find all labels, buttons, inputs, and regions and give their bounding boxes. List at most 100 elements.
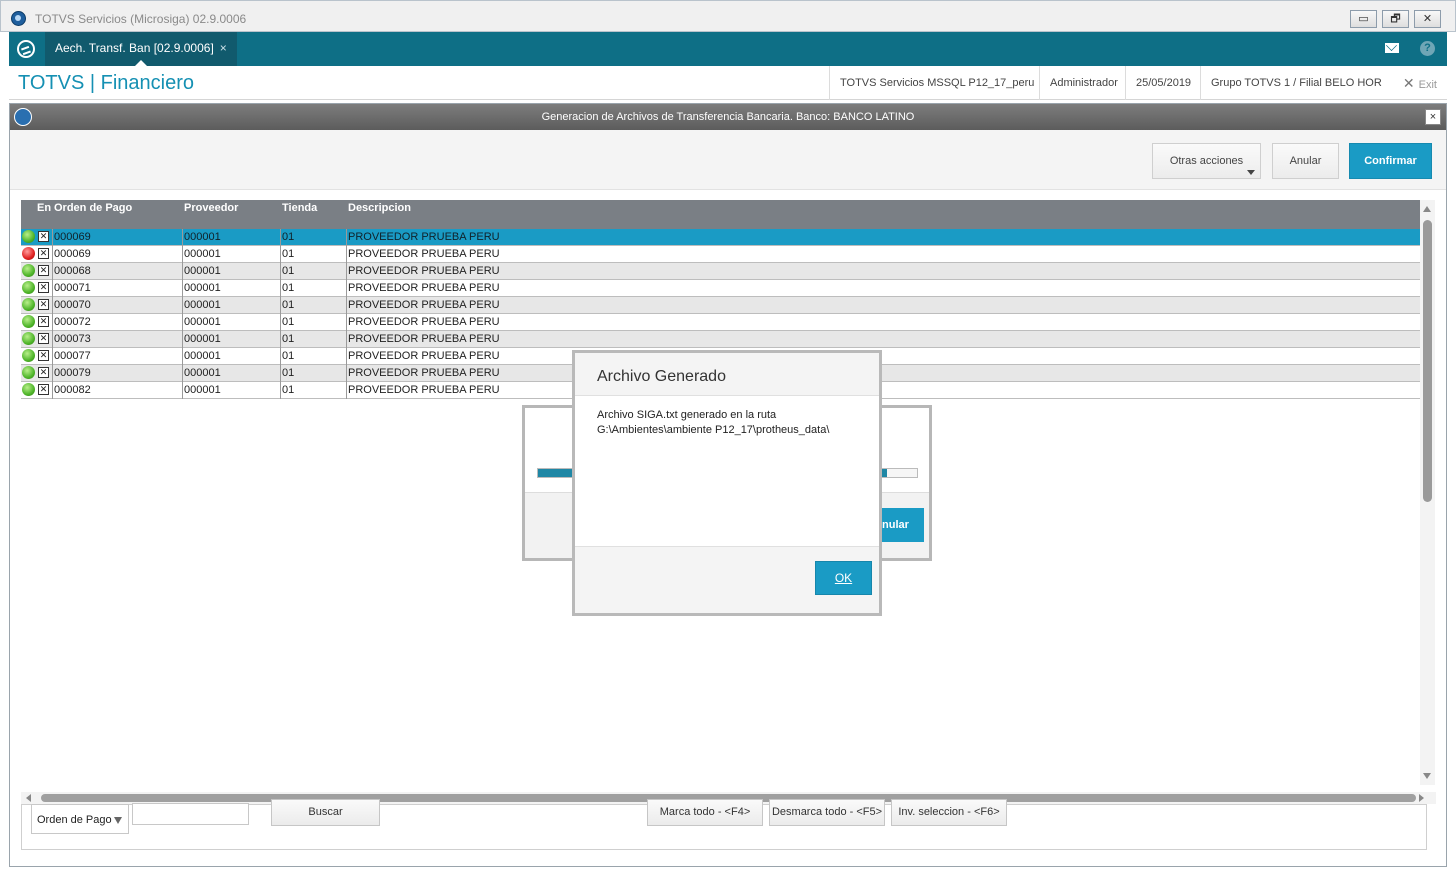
search-field-selected: Orden de Pago [37,814,112,826]
window-close-button[interactable]: ✕ [1414,10,1441,28]
cell-orden-de-pago: 000073 [54,333,91,345]
column-separator [182,297,183,314]
column-separator [52,331,53,348]
otras-acciones-button[interactable]: Otras acciones [1152,143,1261,179]
table-row[interactable]: ✕ 000068 000001 01 PROVEEDOR PRUEBA PERU [21,263,1421,280]
cell-orden-de-pago: 000068 [54,265,91,277]
row-checkbox[interactable]: ✕ [38,316,49,327]
window-titlebar: TOTVS Servicios (Microsiga) 02.9.0006 ▭ … [0,0,1456,32]
col-orden-de-pago[interactable]: Orden de Pago [54,202,132,214]
help-icon[interactable]: ? [1420,41,1435,56]
table-row[interactable]: ✕ 000073 000001 01 PROVEEDOR PRUEBA PERU [21,331,1421,348]
search-field-select[interactable]: Orden de Pago [31,804,129,834]
status-green-icon [22,332,35,345]
column-separator [280,246,281,263]
cell-tienda: 01 [282,333,295,345]
row-checkbox[interactable]: ✕ [38,384,49,395]
dialog-logo-icon [14,108,32,126]
chevron-down-icon [1247,170,1255,175]
status-red-icon [22,247,35,260]
date-info: 25/05/2019 [1125,66,1201,100]
cell-proveedor: 000001 [184,367,221,379]
column-separator [280,348,281,365]
window-title: TOTVS Servicios (Microsiga) 02.9.0006 [35,12,247,26]
row-checkbox[interactable]: ✕ [38,350,49,361]
dialog-close-button[interactable]: × [1425,109,1441,125]
inv-seleccion-button[interactable]: Inv. seleccion - <F6> [891,799,1007,826]
row-checkbox[interactable]: ✕ [38,248,49,259]
cell-proveedor: 000001 [184,384,221,396]
cell-tienda: 01 [282,316,295,328]
column-separator [280,365,281,382]
marca-todo-button[interactable]: Marca todo - <F4> [647,799,763,826]
column-separator [52,314,53,331]
exit-button[interactable]: ✕ Exit [1403,66,1437,100]
branch-info: Grupo TOTVS 1 / Filial BELO HOR [1200,66,1392,100]
mail-icon[interactable] [1385,43,1399,53]
scroll-right-icon[interactable] [1419,794,1424,802]
cell-proveedor: 000001 [184,350,221,362]
table-row[interactable]: ✕ 000070 000001 01 PROVEEDOR PRUEBA PERU [21,297,1421,314]
restore-button[interactable]: 🗗 [1382,10,1409,28]
tab-aech-transf-ban[interactable]: Aech. Transf. Ban [02.9.0006] × [45,32,237,66]
row-checkbox[interactable]: ✕ [38,333,49,344]
cell-orden-de-pago: 000071 [54,282,91,294]
cell-descripcion: PROVEEDOR PRUEBA PERU [348,248,500,260]
column-separator [280,297,281,314]
column-separator [346,229,347,246]
column-separator [182,365,183,382]
cell-orden-de-pago: 000069 [54,248,91,260]
dropdown-arrow-icon [114,817,122,824]
column-separator [182,229,183,246]
column-separator [280,280,281,297]
grid-header: En Orden de Pago Proveedor Tienda Descri… [21,200,1421,229]
search-input[interactable] [132,803,249,825]
cell-orden-de-pago: 000082 [54,384,91,396]
cell-tienda: 01 [282,248,295,260]
modal-message-line2: G:\Ambientes\ambiente P12_17\protheus_da… [597,424,830,436]
home-icon[interactable] [17,40,35,58]
cell-tienda: 01 [282,231,295,243]
column-separator [346,348,347,365]
column-separator [280,263,281,280]
dialog-toolbar: Otras acciones Anular Confirmar [10,130,1446,190]
cell-proveedor: 000001 [184,265,221,277]
column-separator [52,382,53,399]
table-row[interactable]: ✕ 000072 000001 01 PROVEEDOR PRUEBA PERU [21,314,1421,331]
col-en[interactable]: En [37,202,51,214]
col-proveedor[interactable]: Proveedor [184,202,238,214]
modal-message-line1: Archivo SIGA.txt generado en la ruta [597,409,777,421]
col-descripcion[interactable]: Descripcion [348,202,411,214]
row-checkbox[interactable]: ✕ [38,299,49,310]
desmarca-todo-button[interactable]: Desmarca todo - <F5> [769,799,885,826]
table-row[interactable]: ✕ 000069 000001 01 PROVEEDOR PRUEBA PERU [21,246,1421,263]
scroll-down-icon[interactable] [1423,773,1431,779]
anular-button[interactable]: Anular [1272,143,1339,179]
vertical-scrollbar[interactable] [1420,200,1435,785]
archivo-generado-modal: Archivo Generado Archivo SIGA.txt genera… [572,350,882,616]
table-row[interactable]: ✕ 000071 000001 01 PROVEEDOR PRUEBA PERU [21,280,1421,297]
confirmar-button[interactable]: Confirmar [1349,143,1432,179]
app-header: TOTVS | Financiero TOTVS Servicios MSSQL… [9,66,1447,100]
modal-message: Archivo SIGA.txt generado en la ruta G:\… [597,408,862,438]
row-checkbox[interactable]: ✕ [38,367,49,378]
row-checkbox[interactable]: ✕ [38,282,49,293]
buscar-button[interactable]: Buscar [271,799,380,826]
col-tienda[interactable]: Tienda [282,202,317,214]
cell-tienda: 01 [282,282,295,294]
row-checkbox[interactable]: ✕ [38,231,49,242]
scroll-left-icon[interactable] [26,794,31,802]
scroll-thumb[interactable] [1423,220,1432,502]
cell-orden-de-pago: 000072 [54,316,91,328]
column-separator [346,314,347,331]
ok-button[interactable]: OK [815,561,872,595]
table-row[interactable]: ✕ 000069 000001 01 PROVEEDOR PRUEBA PERU [21,229,1421,246]
minimize-button[interactable]: ▭ [1350,10,1377,28]
column-separator [346,246,347,263]
row-checkbox[interactable]: ✕ [38,265,49,276]
cell-descripcion: PROVEEDOR PRUEBA PERU [348,282,500,294]
column-separator [346,382,347,399]
tab-label: Aech. Transf. Ban [02.9.0006] [55,41,214,55]
tab-close-icon[interactable]: × [220,41,227,55]
scroll-up-icon[interactable] [1423,206,1431,212]
